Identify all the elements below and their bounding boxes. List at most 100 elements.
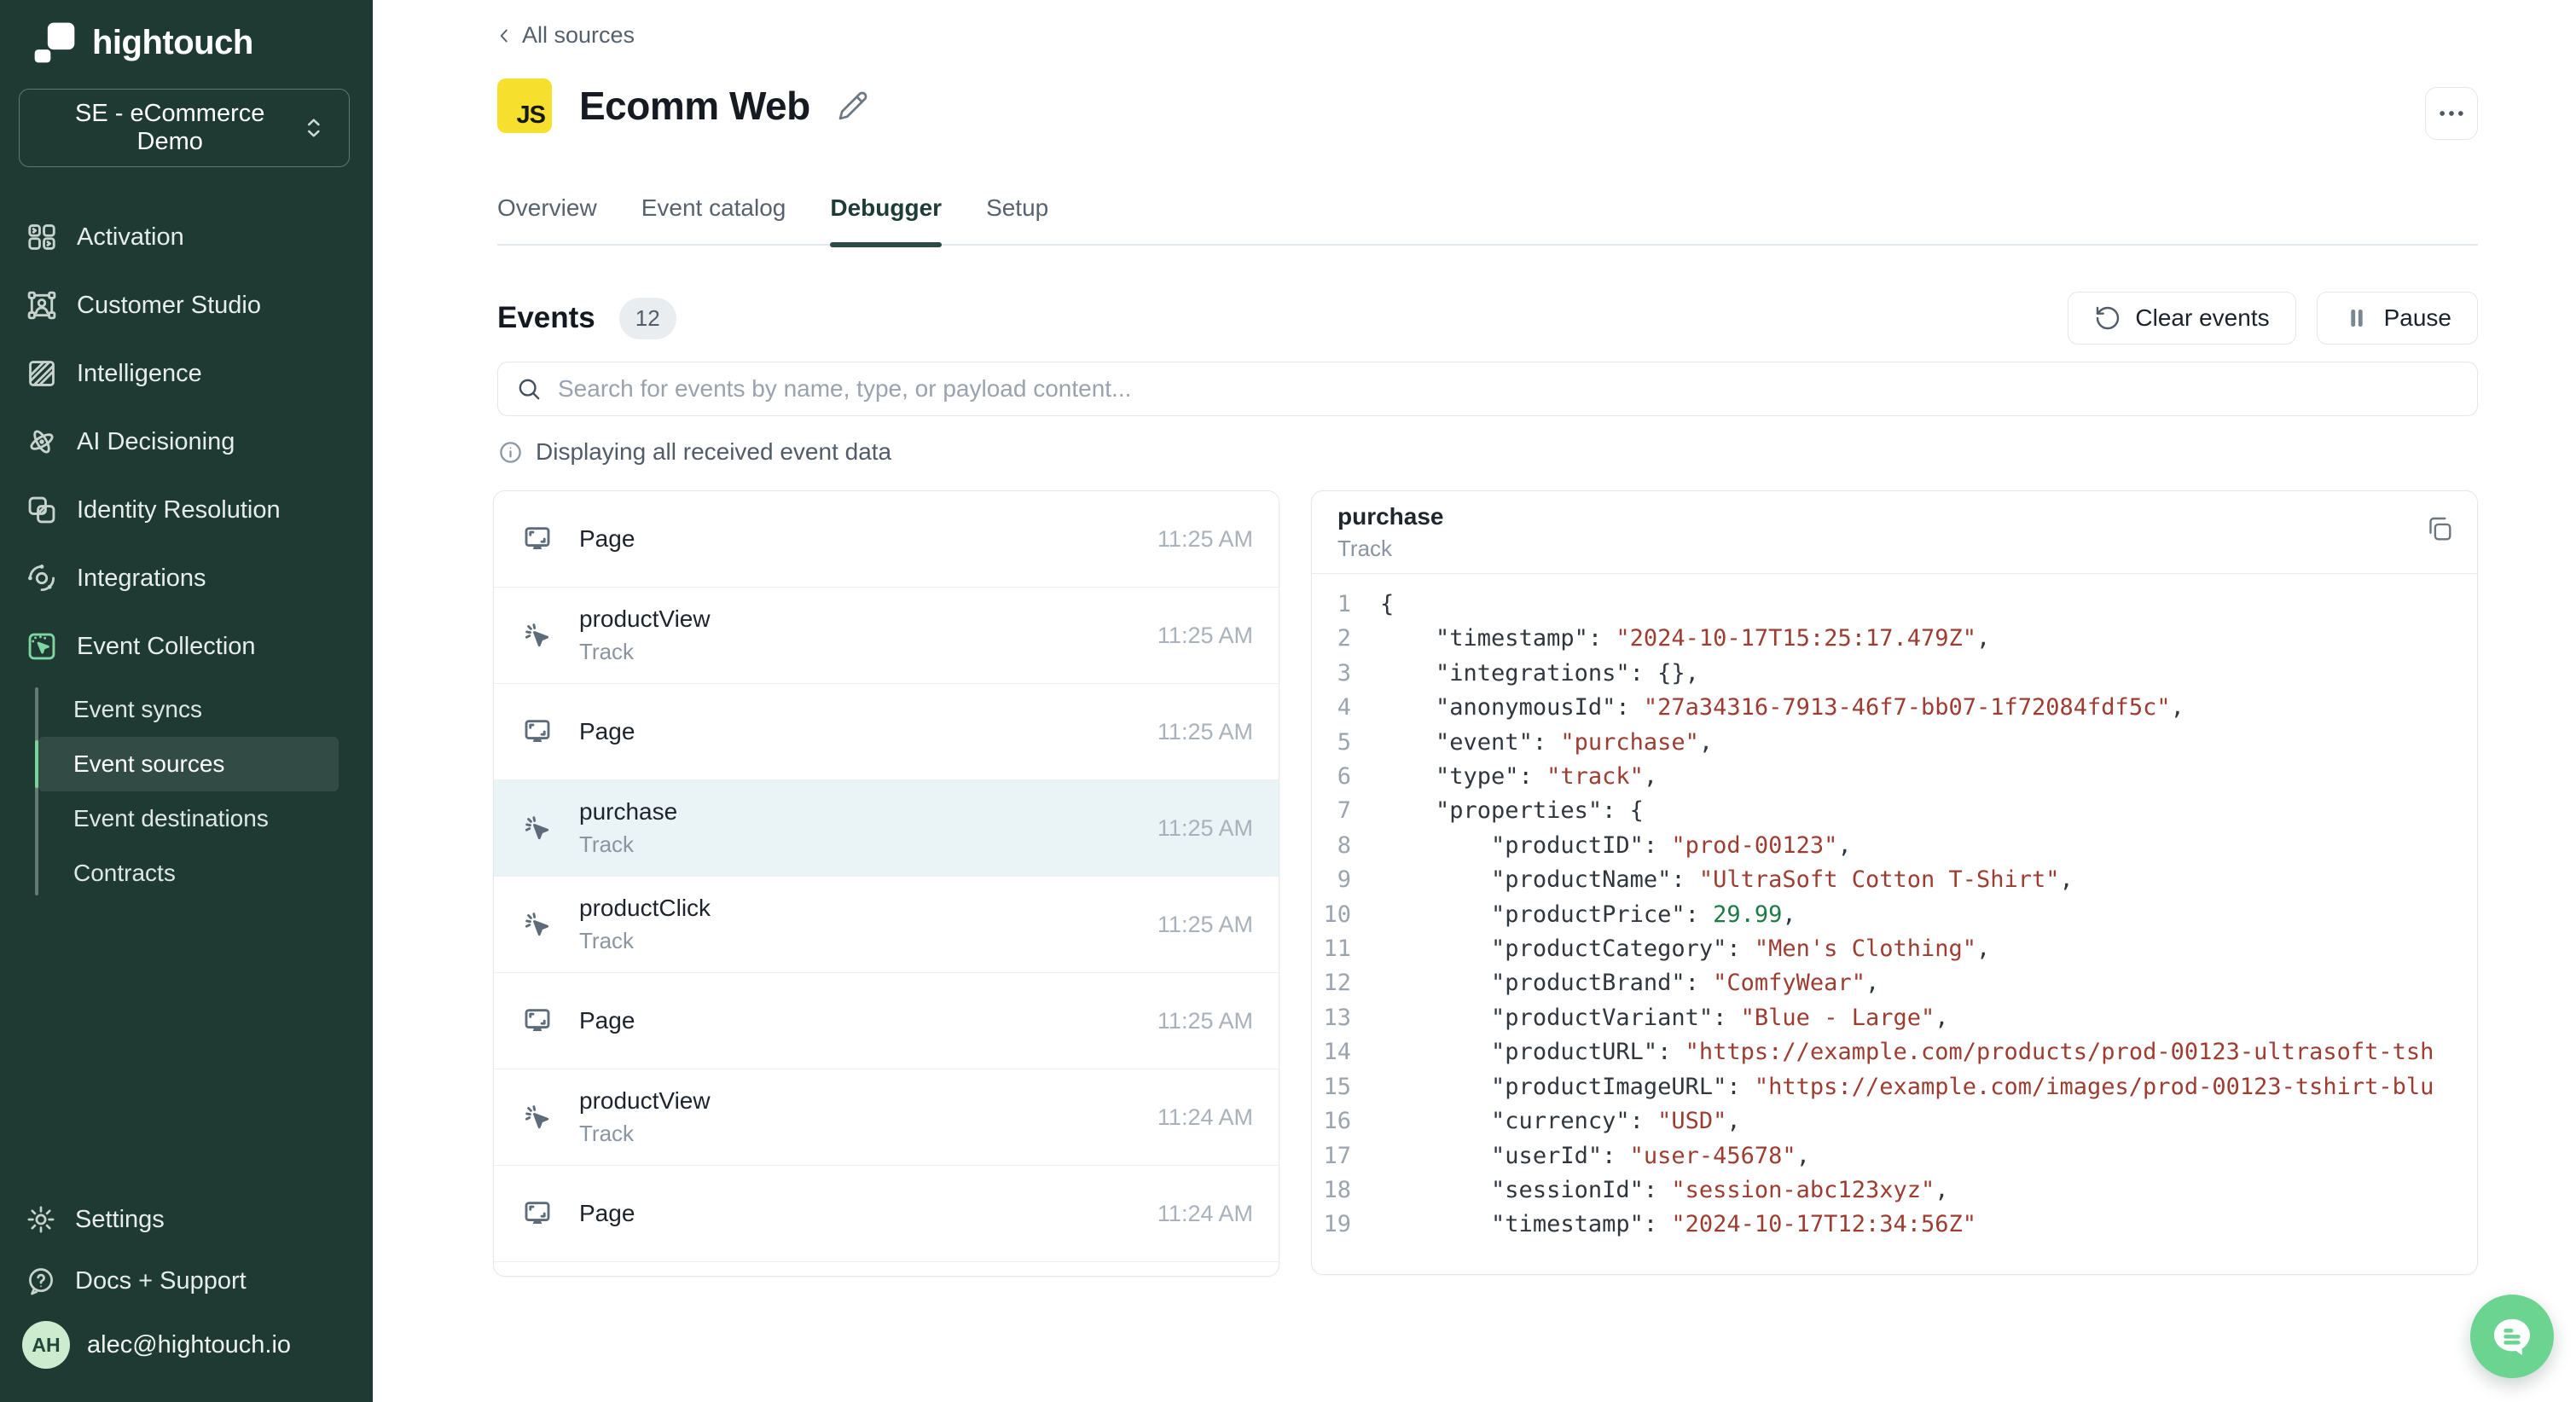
sidebar-item-label: Docs + Support — [75, 1267, 247, 1295]
code-line: 8 "productID": "prod-00123", — [1312, 829, 2477, 863]
sidebar-item-customer-studio[interactable]: Customer Studio — [0, 271, 373, 339]
sidebar-item-event-sources[interactable]: Event sources — [38, 737, 339, 791]
event-type: Track — [579, 928, 711, 954]
user-menu[interactable]: AH alec@hightouch.io — [0, 1312, 373, 1378]
sidebar-item-integrations[interactable]: Integrations — [0, 544, 373, 612]
workspace-selector[interactable]: SE - eCommerce Demo — [19, 89, 350, 167]
event-time: 11:25 AM — [1157, 526, 1253, 553]
sidebar-item-settings[interactable]: Settings — [0, 1189, 373, 1250]
cursor-click-icon-wrap — [521, 1101, 554, 1133]
intelligence-icon — [26, 357, 58, 390]
gear-icon — [26, 1204, 56, 1235]
sidebar-item-event-collection[interactable]: Event Collection — [0, 612, 373, 681]
line-number: 13 — [1312, 1001, 1351, 1035]
sidebar-item-docs-support[interactable]: Docs + Support — [0, 1250, 373, 1312]
event-type: Track — [579, 831, 677, 858]
rotate-ccw-icon — [2094, 304, 2121, 332]
event-name: productClick — [579, 895, 711, 922]
search-icon — [515, 375, 542, 403]
identity-resolution-icon — [26, 494, 58, 526]
cursor-click-icon — [521, 812, 554, 844]
event-row[interactable]: Page 11:24 AM — [494, 1166, 1279, 1262]
page-icon — [521, 715, 554, 748]
tab-debugger[interactable]: Debugger — [830, 194, 942, 244]
chevron-updown-icon — [299, 113, 328, 142]
edit-title-button[interactable] — [838, 90, 868, 121]
sidebar-item-label: Integrations — [77, 565, 206, 593]
code-line: 4 "anonymousId": "27a34316-7913-46f7-bb0… — [1312, 691, 2477, 725]
event-time: 11:24 AM — [1157, 1104, 1253, 1131]
search-input[interactable] — [556, 374, 2460, 403]
ai-decisioning-icon — [26, 426, 58, 458]
tab-setup[interactable]: Setup — [986, 194, 1048, 244]
breadcrumb-label: All sources — [522, 22, 635, 49]
copy-icon — [2424, 513, 2455, 544]
sidebar-item-intelligence[interactable]: Intelligence — [0, 339, 373, 408]
more-options-button[interactable] — [2425, 87, 2478, 140]
code-line: 18 "sessionId": "session-abc123xyz", — [1312, 1173, 2477, 1208]
event-time: 11:25 AM — [1157, 1008, 1253, 1034]
code-line: 6 "type": "track", — [1312, 760, 2477, 794]
pause-button[interactable]: Pause — [2317, 292, 2478, 345]
line-number: 5 — [1312, 726, 1351, 760]
event-name: productView — [579, 605, 711, 633]
info-text: Displaying all received event data — [536, 438, 891, 466]
page-icon — [521, 1197, 554, 1230]
event-name: Page — [579, 525, 635, 553]
chat-fab[interactable] — [2470, 1295, 2554, 1378]
clear-events-button[interactable]: Clear events — [2068, 292, 2295, 345]
code-line: 17 "userId": "user-45678", — [1312, 1139, 2477, 1173]
event-row[interactable]: productViewTrack11:24 AM — [494, 1069, 1279, 1166]
user-email: alec@hightouch.io — [87, 1331, 291, 1359]
line-number: 6 — [1312, 760, 1351, 794]
event-row[interactable]: Page11:25 AM — [494, 973, 1279, 1069]
tab-event-catalog[interactable]: Event catalog — [641, 194, 786, 244]
code-line: 19 "timestamp": "2024-10-17T12:34:56Z" — [1312, 1208, 2477, 1242]
chevron-left-icon — [493, 25, 515, 47]
payload-json-viewer[interactable]: 1{2 "timestamp": "2024-10-17T15:25:17.47… — [1312, 574, 2477, 1274]
line-number: 16 — [1312, 1104, 1351, 1138]
code-line: 10 "productPrice": 29.99, — [1312, 898, 2477, 932]
code-line: 1{ — [1312, 588, 2477, 622]
sidebar-item-activation[interactable]: Activation — [0, 203, 373, 271]
sidebar-nav: Activation Customer Studio IntelligenceAI … — [0, 203, 373, 901]
payload-event-type: Track — [1337, 536, 2453, 562]
event-name: Page — [579, 1200, 635, 1227]
sidebar-item-event-syncs[interactable]: Event syncs — [38, 682, 339, 737]
events-count-badge: 12 — [619, 298, 676, 339]
breadcrumb[interactable]: All sources — [493, 22, 635, 49]
code-line: 3 "integrations": {}, — [1312, 657, 2477, 691]
search-bar — [497, 362, 2478, 416]
line-number: 7 — [1312, 794, 1351, 828]
event-row[interactable]: Page 11:25 AM — [494, 491, 1279, 588]
event-row[interactable]: purchaseTrack11:25 AM — [494, 780, 1279, 877]
sidebar-footer: Settings Docs + Support AH alec@hightouch… — [0, 1189, 373, 1378]
tab-overview[interactable]: Overview — [497, 194, 597, 244]
event-type: Track — [579, 639, 711, 665]
event-time: 11:25 AM — [1157, 719, 1253, 745]
code-line: 13 "productVariant": "Blue - Large", — [1312, 1001, 2477, 1035]
cursor-click-icon — [521, 619, 554, 652]
event-row[interactable]: productViewTrack11:25 AM — [494, 588, 1279, 684]
integrations-icon — [26, 562, 58, 594]
sidebar-item-ai-decisioning[interactable]: AI Decisioning — [0, 408, 373, 476]
sidebar-item-identity-resolution[interactable]: Identity Resolution — [0, 476, 373, 544]
page-icon-wrap — [521, 523, 554, 555]
sidebar: hightouch SE - eCommerce Demo Activation… — [0, 0, 373, 1402]
sidebar-item-label: Customer Studio — [77, 292, 261, 320]
event-name: productView — [579, 1087, 711, 1115]
workspace-name: SE - eCommerce Demo — [40, 100, 299, 156]
event-time: 11:24 AM — [1157, 1201, 1253, 1227]
sidebar-item-contracts[interactable]: Contracts — [38, 846, 339, 901]
sidebar-item-event-destinations[interactable]: Event destinations — [38, 791, 339, 846]
app-root: hightouch SE - eCommerce Demo Activation… — [0, 0, 2576, 1402]
sidebar-item-label: Identity Resolution — [77, 496, 281, 524]
event-row[interactable]: Page11:25 AM — [494, 684, 1279, 780]
info-icon — [497, 439, 524, 466]
line-number: 17 — [1312, 1139, 1351, 1173]
code-line: 11 "productCategory": "Men's Clothing", — [1312, 932, 2477, 966]
event-row[interactable]: productClickTrack11:25 AM — [494, 877, 1279, 973]
hightouch-logo: hightouch — [31, 19, 253, 67]
copy-payload-button[interactable] — [2424, 513, 2455, 544]
cursor-click-icon — [521, 908, 554, 941]
